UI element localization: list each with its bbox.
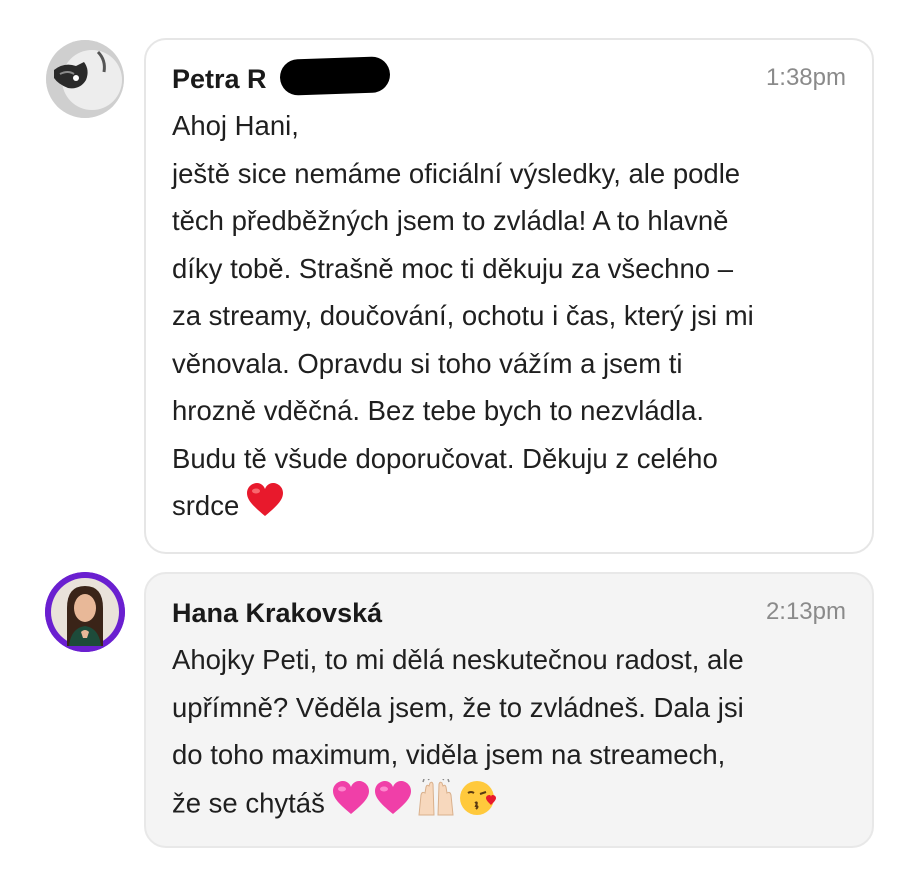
message-line: hrozně vděčná. Bez tebe bych to nezvládl… xyxy=(172,395,705,426)
message-line: věnovala. Opravdu si toho vážím a jsem t… xyxy=(172,347,683,379)
message-line: těch předběžných jsem to zvládla! A to h… xyxy=(172,205,729,236)
avatar[interactable] xyxy=(46,40,124,118)
message-line: srdce xyxy=(172,490,240,521)
message-text: Ahoj Hani, ještě sice nemáme oficiální v… xyxy=(172,102,846,533)
message-line: Budu tě všude doporučovat. Děkuju z celé… xyxy=(172,442,718,474)
sender-name[interactable]: Hana Krakovská xyxy=(172,598,382,629)
message-line: ještě sice nemáme oficiální výsledky, al… xyxy=(172,157,741,189)
face-blowing-kiss-icon xyxy=(459,779,499,832)
message-bubble: Hana Krakovská 2:13pm Ahojky Peti, to mi… xyxy=(144,572,874,848)
avatar[interactable] xyxy=(45,572,125,652)
message-line: Ahoj Hani, xyxy=(172,110,299,141)
message-timestamp: 1:38pm xyxy=(765,64,846,91)
sender-name[interactable]: Petra R xyxy=(172,64,267,95)
message-timestamp: 2:13pm xyxy=(765,598,846,625)
message-line: za streamy, doučování, ochotu i čas, kte… xyxy=(172,300,754,331)
emoji-group xyxy=(245,482,285,533)
redaction-mark xyxy=(279,56,391,96)
message-line: že se chytáš xyxy=(172,787,325,819)
message-thread: Petra R 1:38pm Ahoj Hani, ještě sice nem… xyxy=(0,0,924,884)
raising-hands-icon xyxy=(415,777,457,832)
red-heart-icon xyxy=(245,482,285,533)
message-text: Ahojky Peti, to mi dělá neskutečnou rado… xyxy=(172,636,846,831)
pink-heart-icon xyxy=(331,780,371,831)
message-line: do toho maximum, viděla jsem na streamec… xyxy=(172,739,726,770)
emoji-group xyxy=(331,777,499,832)
message-header: Petra R 1:38pm xyxy=(172,56,846,100)
message-line: Ahojky Peti, to mi dělá neskutečnou rado… xyxy=(172,644,744,675)
message-header: Hana Krakovská 2:13pm xyxy=(172,594,846,634)
pink-heart-icon xyxy=(373,780,413,831)
message-line: díky tobě. Strašně moc ti děkuju za všec… xyxy=(172,252,733,284)
message-line: upřímně? Věděla jsem, že to zvládneš. Da… xyxy=(172,691,744,723)
message-bubble: Petra R 1:38pm Ahoj Hani, ještě sice nem… xyxy=(144,38,874,554)
